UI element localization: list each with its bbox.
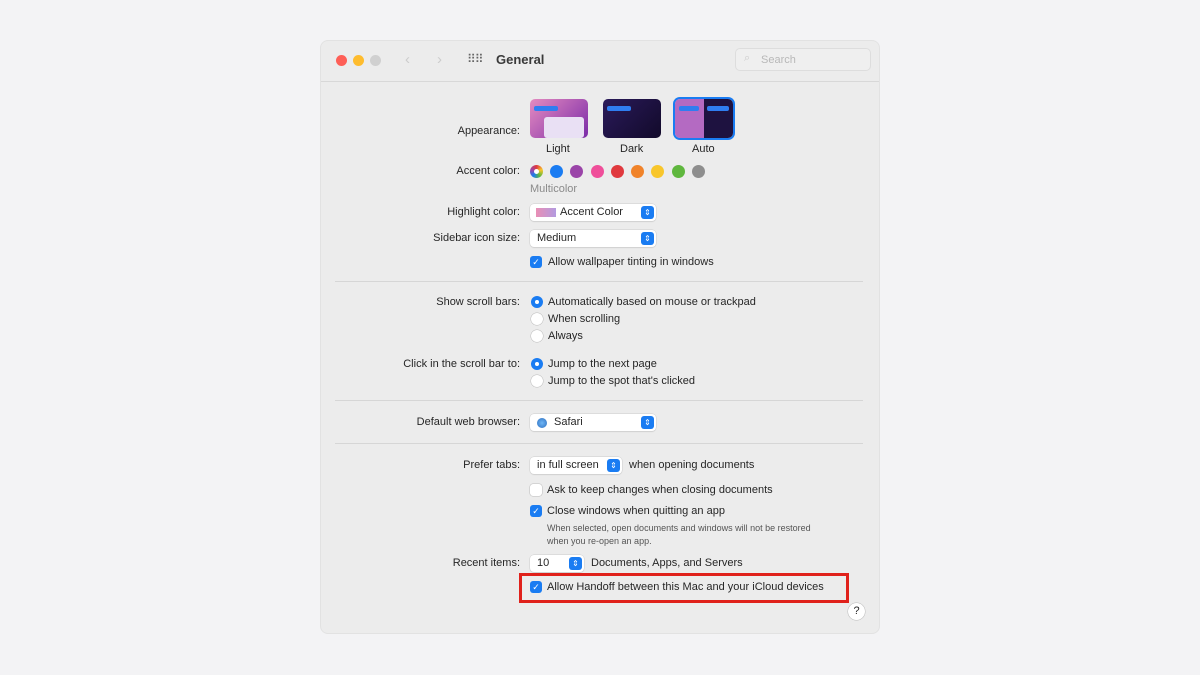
accent-color-label: Accent color: [456, 165, 520, 177]
close-windows-checkbox[interactable]: ✓ [530, 505, 542, 517]
appearance-dark-label: Dark [620, 143, 644, 155]
sidebar-icon-size-select[interactable]: Medium ⇕ [530, 230, 656, 247]
ask-keep-changes-label: Ask to keep changes when closing documen… [547, 484, 773, 496]
stepper-icon: ⇕ [641, 416, 654, 429]
grid-icon[interactable]: ⠿⠿ [467, 52, 484, 66]
accent-selected-name: Multicolor [530, 183, 578, 195]
close-windows-note-2: when you re-open an app. [547, 536, 652, 546]
prefer-tabs-suffix: when opening documents [629, 459, 755, 471]
prefer-tabs-value: in full screen [537, 459, 599, 471]
accent-orange[interactable] [631, 165, 644, 178]
safari-icon [537, 418, 547, 428]
general-preferences-window: ‹ › ⠿⠿ General ⌕ Search Appearance: Ligh… [320, 40, 880, 634]
accent-blue[interactable] [550, 165, 563, 178]
jump-spot-radio[interactable] [531, 375, 543, 387]
help-button[interactable]: ? [848, 603, 865, 620]
default-browser-label: Default web browser: [416, 416, 520, 428]
accent-pink[interactable] [591, 165, 604, 178]
appearance-dark-option[interactable] [603, 99, 661, 138]
ask-keep-changes-checkbox[interactable] [530, 484, 542, 496]
stepper-icon: ⇕ [569, 557, 582, 570]
jump-spot-label: Jump to the spot that's clicked [548, 375, 696, 387]
close-windows-label: Close windows when quitting an app [547, 505, 725, 517]
close-windows-note: When selected, open documents and window… [547, 523, 811, 533]
prefer-tabs-label: Prefer tabs: [463, 459, 520, 471]
default-browser-value: Safari [554, 416, 583, 428]
highlight-color-value: Accent Color [560, 206, 623, 218]
stepper-icon: ⇕ [641, 232, 654, 245]
sidebar-icon-size-label: Sidebar icon size: [433, 232, 520, 244]
jump-next-page-radio[interactable] [531, 358, 543, 370]
scroll-bars-scrolling-label: When scrolling [548, 313, 621, 325]
scroll-bars-scrolling-radio[interactable] [531, 313, 543, 325]
title-bar: ‹ › ⠿⠿ General ⌕ Search [321, 41, 879, 82]
divider [335, 400, 863, 401]
accent-green[interactable] [672, 165, 685, 178]
divider [335, 281, 863, 282]
show-scroll-bars-label: Show scroll bars: [436, 296, 520, 308]
zoom-window-button[interactable] [370, 55, 381, 66]
stepper-icon: ⇕ [641, 206, 654, 219]
jump-next-page-label: Jump to the next page [548, 358, 657, 370]
minimize-window-button[interactable] [353, 55, 364, 66]
search-icon: ⌕ [744, 52, 751, 64]
accent-red[interactable] [611, 165, 624, 178]
recent-items-select[interactable]: 10 ⇕ [530, 555, 584, 572]
appearance-light-option[interactable] [530, 99, 588, 138]
recent-items-label: Recent items: [452, 557, 520, 569]
highlight-color-label: Highlight color: [447, 206, 520, 218]
stepper-icon: ⇕ [607, 459, 620, 472]
recent-items-value: 10 [537, 557, 550, 569]
appearance-auto-label: Auto [692, 143, 715, 155]
accent-graphite[interactable] [692, 165, 705, 178]
sidebar-icon-size-value: Medium [537, 232, 577, 244]
appearance-light-label: Light [546, 143, 570, 155]
forward-chevron-icon[interactable]: › [437, 51, 442, 68]
scroll-bars-always-radio[interactable] [531, 330, 543, 342]
search-placeholder: Search [761, 54, 796, 66]
wallpaper-tinting-label: Allow wallpaper tinting in windows [548, 256, 714, 268]
scroll-bars-auto-radio[interactable] [531, 296, 543, 308]
prefer-tabs-select[interactable]: in full screen ⇕ [530, 457, 622, 474]
highlight-color-select[interactable]: Accent Color ⇕ [530, 204, 656, 221]
default-browser-select[interactable]: Safari ⇕ [530, 414, 656, 431]
accent-purple[interactable] [570, 165, 583, 178]
search-input[interactable]: ⌕ Search [735, 48, 871, 71]
recent-items-suffix: Documents, Apps, and Servers [591, 557, 743, 569]
appearance-label: Appearance: [457, 125, 520, 137]
window-title: General [496, 52, 545, 67]
back-chevron-icon[interactable]: ‹ [405, 51, 410, 68]
accent-yellow[interactable] [651, 165, 664, 178]
click-scroll-bar-label: Click in the scroll bar to: [403, 358, 520, 370]
handoff-label: Allow Handoff between this Mac and your … [547, 581, 824, 593]
accent-multicolor[interactable] [530, 165, 543, 178]
wallpaper-tinting-checkbox[interactable]: ✓ [530, 256, 542, 268]
handoff-checkbox[interactable]: ✓ [530, 581, 542, 593]
appearance-auto-option[interactable] [675, 99, 733, 138]
scroll-bars-auto-label: Automatically based on mouse or trackpad [548, 296, 756, 308]
scroll-bars-always-label: Always [548, 330, 583, 342]
divider [335, 443, 863, 444]
close-window-button[interactable] [336, 55, 347, 66]
